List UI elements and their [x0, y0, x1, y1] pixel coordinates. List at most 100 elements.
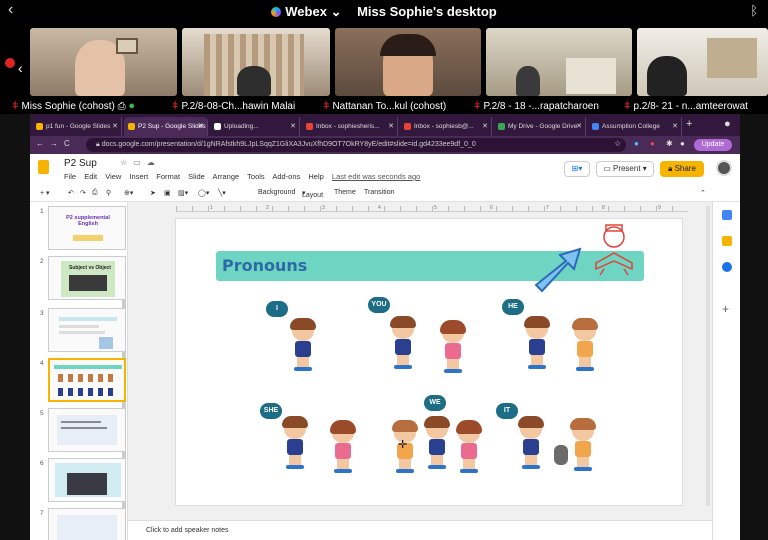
- layout-button[interactable]: Layout ▾: [302, 189, 323, 199]
- add-addon-icon[interactable]: +: [722, 302, 729, 316]
- slide-number: 3: [40, 310, 44, 317]
- avatar[interactable]: [716, 160, 732, 176]
- slide-thumbnail[interactable]: Subject vs Object: [48, 256, 126, 300]
- theme-button[interactable]: Theme: [334, 189, 356, 196]
- doc-title[interactable]: P2 Sup: [64, 158, 97, 169]
- menu-format[interactable]: Format: [156, 172, 180, 181]
- url-field[interactable]: 🔒︎ docs.google.com/presentation/d/1gNRAf…: [86, 138, 626, 152]
- speaker-notes[interactable]: Click to add speaker notes: [128, 520, 712, 540]
- video-tile[interactable]: [30, 28, 177, 96]
- background-button[interactable]: Background: [258, 189, 295, 196]
- slide-number: 7: [40, 510, 44, 517]
- calendar-icon[interactable]: [722, 210, 732, 220]
- app-name[interactable]: Webex: [285, 4, 327, 19]
- menu-file[interactable]: File: [64, 172, 76, 181]
- reading-kid-icon: [595, 224, 633, 276]
- canvas-scrollbar[interactable]: [706, 206, 710, 506]
- slide-thumbnail[interactable]: [48, 308, 126, 352]
- browser-tab[interactable]: Inbox - sophiesb@... ✕: [400, 117, 492, 136]
- slide-number: 1: [40, 208, 44, 215]
- video-tile[interactable]: [486, 28, 632, 96]
- select-icon[interactable]: ➤: [150, 189, 156, 197]
- menu-add-ons[interactable]: Add-ons: [272, 172, 300, 181]
- slide-thumbnail[interactable]: [48, 408, 126, 452]
- star-icon[interactable]: ☆: [120, 158, 133, 167]
- chevron-down-icon[interactable]: ⌄: [331, 4, 342, 19]
- browser-tab[interactable]: Assumption College ✕: [588, 117, 682, 136]
- browser-tab[interactable]: P2 Sup - Google Slides ✕: [124, 117, 208, 136]
- slide-thumbnail[interactable]: [48, 508, 126, 540]
- extension-icon[interactable]: ●: [650, 139, 655, 148]
- menu-tools[interactable]: Tools: [247, 172, 265, 181]
- menu-help[interactable]: Help: [308, 172, 323, 181]
- video-tile[interactable]: [335, 28, 481, 96]
- menu-view[interactable]: View: [105, 172, 121, 181]
- collapse-icon[interactable]: ⌃: [700, 189, 706, 197]
- slides-logo-icon[interactable]: [38, 160, 49, 174]
- participant-strip: ‹ ǂ Miss Sophie (cohost) ⎙ ● ǂ P.2/8-08-Ch…: [0, 24, 768, 114]
- transition-button[interactable]: Transition: [364, 189, 394, 196]
- star-icon[interactable]: ☆: [614, 139, 621, 148]
- close-tab-icon[interactable]: ✕: [388, 122, 394, 130]
- present-button[interactable]: ▭ Present ▾: [596, 161, 654, 177]
- mic-muted-icon: ǂ: [12, 100, 19, 112]
- slides-favicon-icon: [128, 123, 135, 130]
- zoom-icon[interactable]: ⊕▾: [124, 189, 133, 197]
- browser-tab[interactable]: Uploading... ✕: [210, 117, 300, 136]
- profile-icon[interactable]: ●: [680, 139, 685, 148]
- update-button[interactable]: Update: [694, 139, 732, 151]
- pronoun-bubble-you: YOU: [368, 297, 390, 313]
- last-edit-link[interactable]: Last edit was seconds ago: [332, 172, 420, 181]
- shape-icon[interactable]: ◯▾: [198, 189, 209, 197]
- close-tab-icon[interactable]: ✕: [576, 122, 582, 130]
- extension-icon[interactable]: ●: [634, 139, 639, 148]
- video-tile[interactable]: [637, 28, 768, 96]
- line-icon[interactable]: ╲▾: [218, 189, 226, 197]
- participant-label: ǂ P.2/8-08-Ch...hawin Malai: [172, 100, 296, 112]
- tab-menu-icon[interactable]: ●: [724, 118, 731, 130]
- mic-muted-icon: ǂ: [474, 100, 481, 112]
- browser-tab[interactable]: p1 fun - Google Slides ✕: [32, 117, 122, 136]
- menu-edit[interactable]: Edit: [84, 172, 97, 181]
- mic-muted-icon: ǂ: [172, 100, 179, 112]
- image-icon[interactable]: ▨▾: [178, 189, 188, 197]
- slide-number: 5: [40, 410, 44, 417]
- cartoon-cat: [554, 445, 568, 465]
- side-panel: +: [712, 202, 740, 540]
- close-tab-icon[interactable]: ✕: [290, 122, 296, 130]
- shared-browser-window: p1 fun - Google Slides ✕ P2 Sup - Google …: [30, 114, 740, 540]
- new-slide-icon[interactable]: + ▾: [40, 189, 50, 197]
- close-tab-icon[interactable]: ✕: [482, 122, 488, 130]
- ruler-tick: 4: [378, 205, 381, 211]
- text-box-icon[interactable]: ▣: [164, 189, 171, 197]
- lock-icon: 🔒︎: [96, 141, 100, 148]
- paint-format-icon[interactable]: ⚲: [106, 189, 111, 197]
- close-tab-icon[interactable]: ✕: [198, 122, 204, 130]
- undo-icon[interactable]: ↶: [68, 189, 74, 197]
- strip-prev-icon[interactable]: ‹: [18, 60, 23, 76]
- current-slide[interactable]: Pronouns I YOU HE SHE WE IT ✛: [175, 218, 683, 506]
- browser-tab[interactable]: My Drive - Google Drive ✕: [494, 117, 586, 136]
- new-tab-icon[interactable]: +: [686, 118, 692, 130]
- browser-tab[interactable]: Inbox - sophiesheris... ✕: [302, 117, 398, 136]
- menu-insert[interactable]: Insert: [129, 172, 148, 181]
- nav-buttons[interactable]: ←→C: [36, 139, 76, 148]
- slide-thumbnail-selected[interactable]: [48, 358, 126, 402]
- redo-icon[interactable]: ↷: [80, 189, 86, 197]
- close-tab-icon[interactable]: ✕: [672, 122, 678, 130]
- puzzle-icon[interactable]: ✱: [666, 139, 673, 148]
- share-button[interactable]: 🔒︎ Share: [660, 161, 704, 177]
- tasks-icon[interactable]: [722, 262, 732, 272]
- menu-arrange[interactable]: Arrange: [213, 172, 240, 181]
- keep-icon[interactable]: [722, 236, 732, 246]
- menu-slide[interactable]: Slide: [188, 172, 205, 181]
- close-tab-icon[interactable]: ✕: [112, 122, 118, 130]
- comment-history-button[interactable]: ⊞▾: [564, 161, 590, 177]
- folder-icon[interactable]: ▭: [133, 158, 147, 167]
- slide-title: Pronouns: [222, 256, 308, 275]
- video-tile[interactable]: [182, 28, 330, 96]
- slide-thumbnail[interactable]: P2 supplemental English: [48, 206, 126, 250]
- slide-thumbnail[interactable]: [48, 458, 126, 502]
- print-icon[interactable]: ⎙: [92, 189, 98, 197]
- pronoun-bubble-it: IT: [496, 403, 518, 419]
